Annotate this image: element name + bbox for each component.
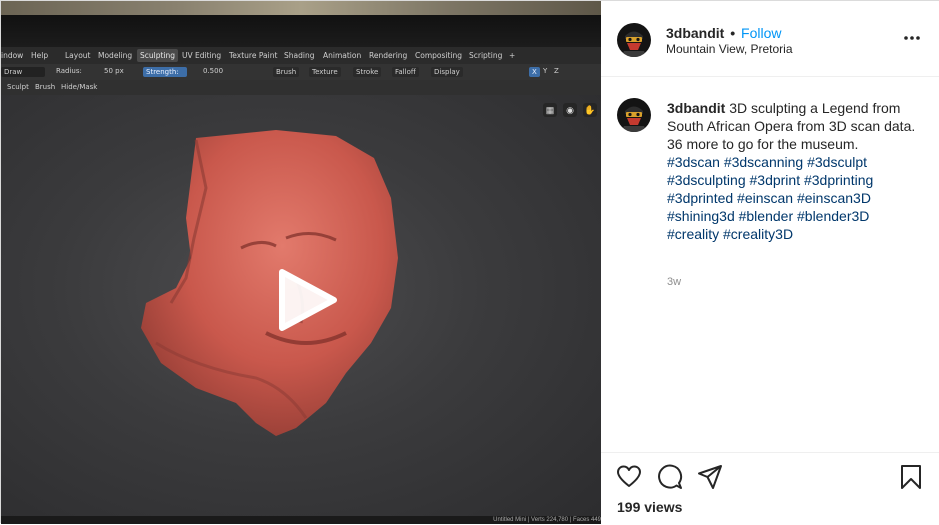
- location-link[interactable]: Mountain View, Pretoria: [666, 42, 793, 56]
- radius-value: 50 px: [104, 67, 124, 75]
- paper-plane-icon[interactable]: [697, 464, 723, 490]
- monitor-bezel: [1, 15, 601, 47]
- axis-y: Y: [543, 67, 548, 75]
- camera-icon: ◉: [563, 103, 577, 117]
- comment-icon[interactable]: [657, 464, 683, 490]
- background-scene: [1, 1, 601, 15]
- post-video[interactable]: indow Help Layout Modeling Sculpting UV …: [1, 1, 601, 524]
- more-horizontal-icon[interactable]: [903, 31, 921, 45]
- post-timestamp[interactable]: 3w: [667, 276, 681, 288]
- workspace-tab: Scripting: [469, 51, 503, 60]
- blender-menubar: indow Help Layout Modeling Sculpting UV …: [1, 47, 601, 64]
- workspace-tab: Shading: [284, 51, 315, 60]
- workspace-tab: Modeling: [98, 51, 133, 60]
- dropdown-stroke: Stroke: [353, 67, 382, 77]
- post-dialog: indow Help Layout Modeling Sculpting UV …: [0, 0, 939, 524]
- avatar[interactable]: [617, 98, 651, 132]
- workspace-tab-active: Sculpting: [137, 49, 179, 62]
- menu-help: Help: [31, 51, 49, 60]
- play-icon[interactable]: [274, 268, 338, 332]
- radius-label: Radius:: [56, 67, 82, 75]
- post-actions: 199 views: [601, 452, 939, 525]
- workspace-tab: UV Editing: [182, 51, 222, 60]
- post-caption: 3dbandit 3D sculpting a Legend from Sout…: [601, 76, 939, 452]
- viewport-tools: ▦ ◉ ✋: [543, 103, 597, 117]
- menu-brush: Brush: [35, 83, 56, 91]
- axis-z: Z: [554, 67, 559, 75]
- strength-value: 0.500: [203, 67, 224, 75]
- caption-text: 3dbandit 3D sculpting a Legend from Sout…: [667, 99, 917, 243]
- bookmark-icon[interactable]: [898, 464, 924, 490]
- separator-dot: •: [730, 25, 736, 41]
- workspace-tab: Compositing: [415, 51, 463, 60]
- dropdown-display: Display: [431, 67, 463, 77]
- blender-tool-settings: Draw Radius: 50 px Strength: 0.500 Brush…: [1, 64, 601, 80]
- username-link[interactable]: 3dbandit: [666, 25, 724, 41]
- menu-window: indow: [1, 51, 24, 60]
- strength-label: Strength:: [143, 67, 187, 77]
- add-workspace: +: [509, 51, 516, 60]
- avatar[interactable]: [617, 23, 651, 57]
- hand-icon: ✋: [583, 103, 597, 117]
- axis-x: X: [529, 67, 540, 77]
- dropdown-brush: Brush: [273, 67, 300, 77]
- caption-line: 36 more to go for the museum.: [667, 136, 859, 152]
- workspace-tab: Layout: [65, 51, 91, 60]
- dropdown-falloff: Falloff: [392, 67, 419, 77]
- workspace-tab: Animation: [323, 51, 362, 60]
- tool-name: Draw: [1, 67, 45, 77]
- post-author-line: 3dbandit • Follow: [666, 25, 782, 41]
- workspace-tab: Texture Paint: [229, 51, 278, 60]
- menu-sculpt: Sculpt: [7, 83, 29, 91]
- views-count[interactable]: 199 views: [617, 499, 682, 515]
- sculpted-bust: [141, 130, 398, 436]
- post-header: 3dbandit • Follow Mountain View, Pretori…: [601, 1, 939, 77]
- follow-button[interactable]: Follow: [741, 25, 781, 41]
- post-details-panel: 3dbandit • Follow Mountain View, Pretori…: [601, 1, 939, 524]
- hashtags[interactable]: #3dscan #3dscanning #3dsculpt #3dsculpti…: [667, 153, 917, 243]
- dropdown-texture: Texture: [309, 67, 341, 77]
- grid-icon: ▦: [543, 103, 557, 117]
- caption-username[interactable]: 3dbandit: [667, 100, 725, 116]
- heart-icon[interactable]: [616, 464, 642, 490]
- workspace-tab: Rendering: [369, 51, 408, 60]
- blender-viewport-header: Sculpt Brush Hide/Mask: [1, 80, 601, 95]
- menu-hide-mask: Hide/Mask: [61, 83, 98, 91]
